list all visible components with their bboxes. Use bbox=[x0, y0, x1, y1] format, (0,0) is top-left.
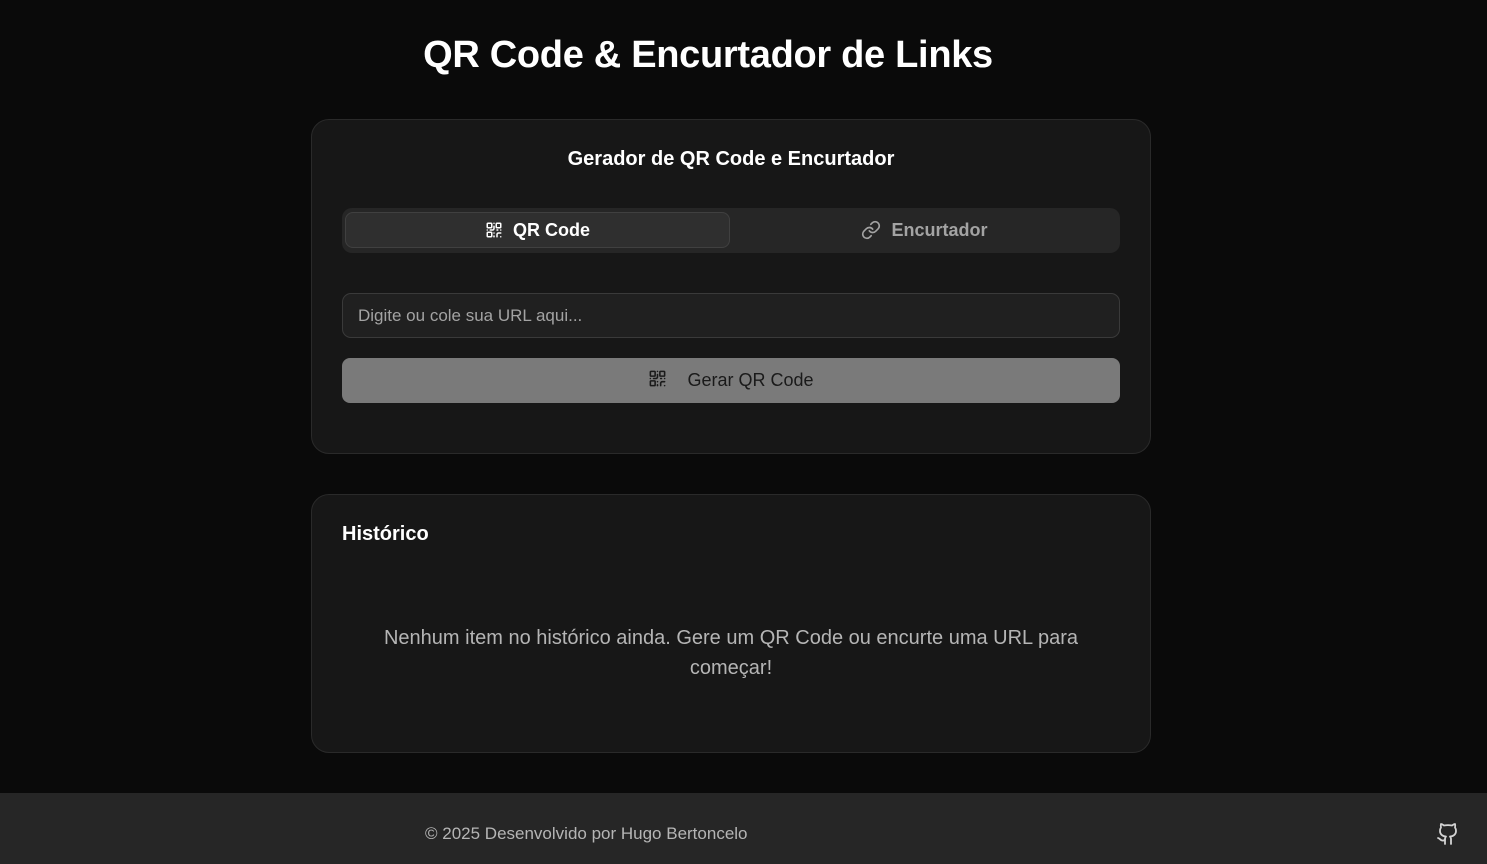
github-icon bbox=[1436, 823, 1460, 850]
github-link[interactable] bbox=[1436, 822, 1460, 846]
tab-qr-code[interactable]: QR Code bbox=[345, 212, 730, 248]
qr-code-icon bbox=[648, 369, 667, 393]
tab-qr-code-label: QR Code bbox=[512, 219, 590, 240]
footer-copyright: © 2025 Desenvolvido por Hugo Bertoncelo bbox=[425, 824, 748, 843]
history-card: Histórico Nenhum item no histórico ainda… bbox=[311, 494, 1151, 753]
page-title: QR Code & Encurtador de Links bbox=[423, 34, 993, 76]
generator-card: Gerador de QR Code e Encurtador QR Code … bbox=[311, 119, 1151, 454]
history-empty-message: Nenhum item no histórico ainda. Gere um … bbox=[383, 627, 1079, 679]
tab-encurtador-label: Encurtador bbox=[891, 219, 988, 240]
generate-qr-button-label: Gerar QR Code bbox=[687, 370, 814, 390]
app-page: QR Code & Encurtador de Links Gerador de… bbox=[0, 0, 1487, 864]
mode-tabs: QR Code Encurtador bbox=[342, 208, 1120, 253]
generator-title: Gerador de QR Code e Encurtador bbox=[567, 148, 895, 170]
tab-encurtador[interactable]: Encurtador bbox=[732, 212, 1117, 248]
qr-code-icon bbox=[485, 221, 503, 239]
footer: © 2025 Desenvolvido por Hugo Bertoncelo bbox=[0, 793, 1487, 864]
link-icon bbox=[861, 220, 881, 240]
generate-qr-button[interactable]: Gerar QR Code bbox=[342, 358, 1120, 403]
url-input[interactable] bbox=[342, 293, 1120, 338]
history-title: Histórico bbox=[342, 523, 429, 545]
